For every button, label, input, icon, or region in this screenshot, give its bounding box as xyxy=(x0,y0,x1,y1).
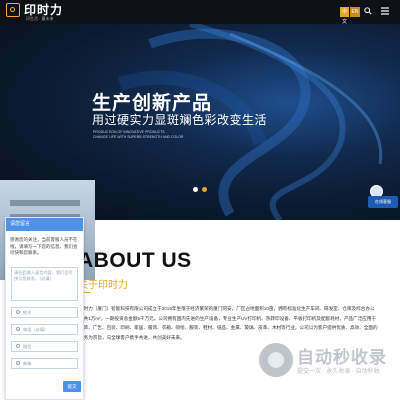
wechat-field-placeholder: 微信 xyxy=(23,343,32,349)
user-icon xyxy=(16,310,20,314)
hero-en-line-1: PRODUCTION OF INNOVATIVE PRODUCTS xyxy=(93,130,165,134)
about-title: ABOUT US xyxy=(78,249,192,272)
logo-mark-icon xyxy=(6,3,20,17)
message-widget: 请您留言 感谢您的关注，当前客服人员不在线，请填写一下您的信息，我们会尽快和您联… xyxy=(5,217,84,400)
phone-field-placeholder: 电话（必填） xyxy=(23,326,49,332)
email-field-placeholder: 邮箱 xyxy=(23,360,32,366)
hero-subtitle: 用过硬实力显斑斓色彩改变生活 xyxy=(92,113,268,127)
wechat-icon xyxy=(16,344,20,348)
email-icon xyxy=(16,361,20,365)
submit-button[interactable]: 提交 xyxy=(63,381,81,392)
logo[interactable]: 印时力 xyxy=(6,3,63,17)
watermark-logo-icon xyxy=(259,343,293,377)
email-field[interactable]: 邮箱 xyxy=(11,357,78,369)
about-subtitle: 关于印时力 xyxy=(78,280,128,291)
watermark-subtext: 提交一次 · 永久收录 · 自动秒收 xyxy=(297,369,380,375)
top-header: 印时力 印生活 · 赢未来 中文 EN xyxy=(0,0,400,25)
watermark-logo xyxy=(259,343,293,377)
menu-icon[interactable] xyxy=(380,6,390,16)
message-widget-notice: 感谢您的关注，当前客服人员不在线，请填写一下您的信息，我们会尽快和您联系。 xyxy=(10,237,78,255)
phone-field[interactable]: 电话（必填） xyxy=(11,323,78,335)
name-field-placeholder: 姓名 xyxy=(23,309,32,315)
carousel-dot-1[interactable] xyxy=(193,187,198,192)
hero-en-line-2: CHANGE LIFE WITH SUPERB STRENGTH AND COL… xyxy=(93,135,184,139)
lang-en-button[interactable]: EN xyxy=(350,7,360,17)
logo-text: 印时力 xyxy=(24,3,64,17)
message-textarea[interactable]: 请在此输入留言内容，我们会尽快与您联系。（必填） xyxy=(11,266,78,301)
search-icon[interactable] xyxy=(364,7,372,15)
about-text: 印时力（厦门）智能科技有限公司成立于2019年坐落于经济繁荣的厦门同安，厂区占地… xyxy=(79,306,378,340)
message-widget-header[interactable]: 请您留言 xyxy=(6,218,83,231)
online-service-button[interactable]: 在线客服 xyxy=(368,196,398,208)
watermark-text: 自动秒收录 xyxy=(297,348,387,367)
name-field[interactable]: 姓名 xyxy=(11,306,78,318)
logo-tagline: 印生活 · 赢未来 xyxy=(26,16,54,21)
carousel-dot-2[interactable] xyxy=(202,187,207,192)
phone-icon xyxy=(16,327,20,331)
lang-cn-button[interactable]: 中文 xyxy=(340,7,349,25)
wechat-field[interactable]: 微信 xyxy=(11,340,78,352)
